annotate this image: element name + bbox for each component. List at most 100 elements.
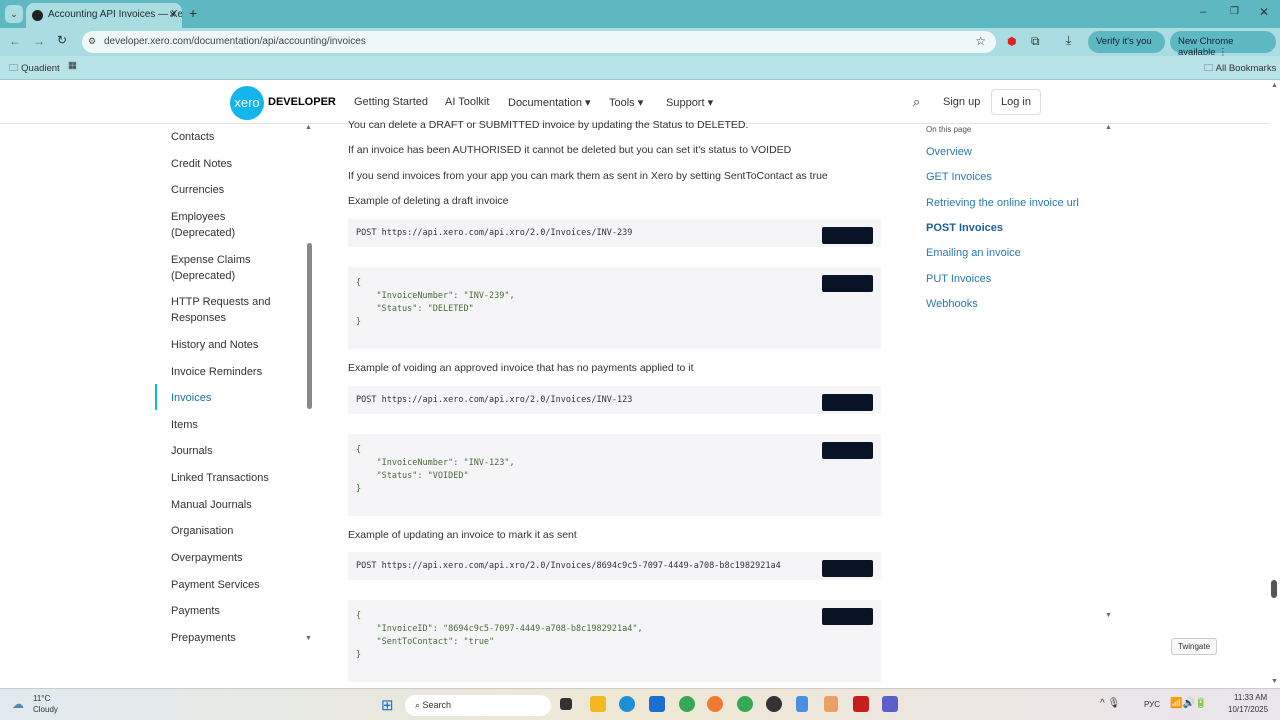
toc-item[interactable]: Retrieving the online invoice url [926, 197, 1079, 209]
weather-icon[interactable]: ☁ [12, 697, 24, 711]
sidebar-item[interactable]: Employees (Deprecated) [171, 209, 251, 241]
new-tab-button[interactable]: + [189, 5, 197, 21]
sidebar-item[interactable]: HTTP Requests and Responses [171, 294, 271, 326]
forward-icon[interactable]: → [33, 34, 45, 48]
acrobat-icon[interactable] [853, 696, 869, 712]
chrome-icon[interactable] [737, 696, 753, 712]
nav-ai-toolkit[interactable]: AI Toolkit [445, 96, 489, 108]
login-label: Log in [1001, 96, 1031, 108]
bookmark-star-icon[interactable]: ☆ [975, 34, 986, 48]
taskbar-app-icon[interactable] [766, 696, 782, 712]
sidebar-item[interactable]: Linked Transactions [171, 470, 269, 486]
restore-button[interactable]: ❐ [1230, 6, 1239, 17]
toc-scroll-down-icon[interactable]: ▼ [1105, 612, 1112, 619]
reload-icon[interactable]: ↻ [57, 33, 67, 47]
start-icon[interactable]: ⊞ [381, 696, 394, 714]
minimize-button[interactable]: – [1200, 6, 1206, 18]
nav-documentation[interactable]: Documentation ▾ [508, 96, 591, 109]
sidebar-item[interactable]: Invoice Reminders [171, 364, 262, 380]
taskbar-app-icon[interactable] [824, 696, 838, 712]
toc-item-active[interactable]: POST Invoices [926, 222, 1003, 234]
chrome-icon[interactable] [679, 696, 695, 712]
login-button[interactable]: Log in [991, 89, 1041, 115]
nav-getting-started[interactable]: Getting Started [354, 96, 428, 108]
page-scroll-down-icon[interactable]: ▼ [1271, 678, 1278, 685]
network-volume-icons[interactable]: 📶🔊🔋 [1170, 698, 1207, 709]
teams-icon[interactable] [882, 696, 898, 712]
sidebar-scrollbar[interactable] [307, 243, 312, 409]
signup-link[interactable]: Sign up [943, 96, 980, 108]
nav-label: Support [666, 97, 705, 109]
nav-support[interactable]: Support ▾ [666, 96, 713, 109]
taskbar-app-icon[interactable] [707, 696, 723, 712]
bookmark-quadient[interactable]: 🗀 Quadient [9, 61, 60, 77]
clock-date[interactable]: 10/17/2025 [1228, 705, 1268, 714]
taskbar-app-icon[interactable] [649, 696, 665, 712]
scroll-up-arrow-icon[interactable]: ▲ [305, 124, 312, 131]
code-text: { "InvoiceNumber": "INV-123", "Status": … [356, 445, 515, 494]
sidebar-item[interactable]: Organisation [171, 523, 233, 539]
example-heading: Example of deleting a draft invoice [348, 195, 509, 207]
search-icon[interactable]: ⌕ [913, 94, 920, 110]
sidebar-item[interactable]: Items [171, 417, 198, 433]
notepad-icon[interactable] [796, 696, 808, 712]
system-tray-icons[interactable]: ^ 🎙 [1100, 698, 1120, 709]
close-window-button[interactable]: ✕ [1259, 5, 1269, 19]
taskbar-search[interactable]: ⌕ Search [405, 695, 551, 716]
sidebar-item[interactable]: Credit Notes [171, 156, 232, 172]
xero-logo[interactable]: xero [230, 86, 264, 120]
copy-button[interactable] [822, 608, 873, 625]
toc-item[interactable]: GET Invoices [926, 171, 992, 183]
edge-icon[interactable] [619, 696, 635, 712]
tab-list-button[interactable]: ⌄ [5, 5, 23, 23]
update-chrome-button[interactable]: New Chrome available ⋮ [1170, 31, 1276, 58]
address-bar[interactable]: ⚙ developer.xero.com/documentation/api/ac… [82, 31, 996, 53]
close-tab-icon[interactable]: × [169, 7, 176, 21]
code-block: POST https://api.xero.com/api.xro/2.0/In… [348, 386, 881, 414]
sidebar-item[interactable]: Contacts [171, 129, 214, 145]
url-text: developer.xero.com/documentation/api/acc… [104, 36, 366, 47]
toc-item[interactable]: Overview [926, 146, 972, 158]
toc-item[interactable]: PUT Invoices [926, 273, 991, 285]
toc-item[interactable]: Emailing an invoice [926, 247, 1021, 259]
shield-extension-icon[interactable]: ⬢ [1007, 35, 1017, 48]
bookmarks-bar: 🗀 Quadient ▦ 🗀 All Bookmarks [0, 56, 1280, 80]
code-block: POST https://api.xero.com/api.xro/2.0/In… [348, 219, 881, 247]
verify-button[interactable]: Verify it's you [1088, 31, 1165, 53]
copy-button[interactable] [822, 394, 873, 411]
lang-indicator[interactable]: РУС [1144, 700, 1160, 709]
nav-tools[interactable]: Tools ▾ [609, 96, 643, 109]
sidebar-item[interactable]: Prepayments [171, 630, 236, 646]
page-scroll-up-icon[interactable]: ▲ [1271, 82, 1278, 89]
apps-icon[interactable]: ▦ [68, 60, 77, 71]
sidebar-item[interactable]: Journals [171, 443, 213, 459]
toc-title: On this page [926, 125, 972, 134]
sidebar-item[interactable]: Manual Journals [171, 497, 252, 513]
clock-time[interactable]: 11:33 AM [1234, 693, 1267, 702]
extensions-icon[interactable]: ⧉ [1031, 34, 1040, 49]
sidebar-item[interactable]: Payments [171, 603, 220, 619]
copy-button[interactable] [822, 560, 873, 577]
download-icon[interactable]: ⤓ [1066, 33, 1071, 48]
weather-temp: 11°C [33, 694, 51, 703]
copy-button[interactable] [822, 442, 873, 459]
sidebar-item[interactable]: Currencies [171, 182, 224, 198]
sidebar-item[interactable]: Expense Claims (Deprecated) [171, 252, 261, 284]
taskbar-app-icon[interactable] [560, 698, 572, 710]
sidebar-item-active[interactable]: Invoices [171, 390, 211, 406]
back-icon[interactable]: ← [9, 34, 21, 48]
site-info-icon[interactable]: ⚙ [88, 36, 96, 47]
file-explorer-icon[interactable] [590, 696, 606, 712]
code-block: { "InvoiceID": "8694c9c5-7097-4449-a708-… [348, 600, 881, 682]
page-scrollbar[interactable] [1271, 580, 1277, 598]
copy-button[interactable] [822, 275, 873, 292]
scroll-down-arrow-icon[interactable]: ▼ [305, 635, 312, 642]
tab-active[interactable]: Accounting API Invoices — Xero × [26, 3, 182, 28]
sidebar-item[interactable]: Overpayments [171, 550, 243, 566]
sidebar-item[interactable]: Payment Services [171, 577, 260, 593]
toc-scroll-up-icon[interactable]: ▲ [1105, 124, 1112, 131]
sidebar-item[interactable]: History and Notes [171, 337, 258, 353]
toc-item[interactable]: Webhooks [926, 298, 978, 310]
all-bookmarks[interactable]: 🗀 All Bookmarks [1204, 61, 1276, 77]
copy-button[interactable] [822, 227, 873, 244]
